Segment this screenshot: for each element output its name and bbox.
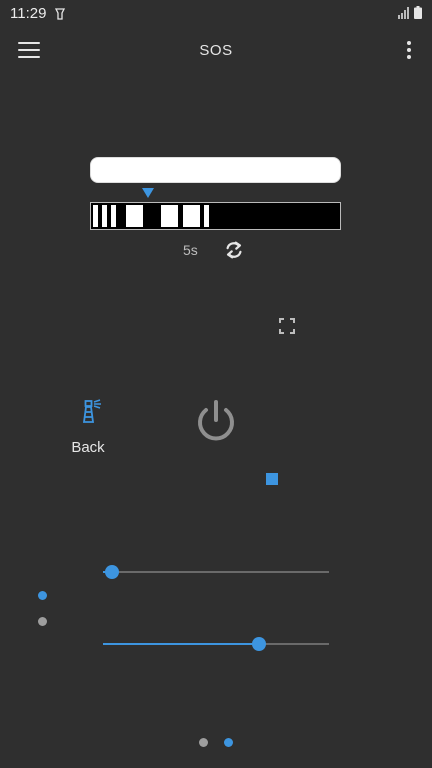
pattern-stripe <box>93 205 98 227</box>
status-time: 11:29 <box>10 5 47 22</box>
radio-option[interactable] <box>38 617 47 626</box>
slider-thumb[interactable] <box>251 637 266 651</box>
back-label[interactable]: Back <box>60 439 116 456</box>
duration-label: 5s <box>183 242 198 258</box>
repeat-icon[interactable] <box>223 239 245 261</box>
pattern-stripe <box>102 205 107 227</box>
lighthouse-icon[interactable] <box>80 398 102 424</box>
playhead-marker-icon <box>142 188 154 198</box>
slider-track <box>103 571 329 573</box>
page-indicator-1[interactable] <box>199 738 208 747</box>
radio-option-selected[interactable] <box>38 591 47 600</box>
color-indicator[interactable] <box>266 473 278 485</box>
slider-top[interactable] <box>103 562 329 582</box>
app-title: SOS <box>199 42 233 59</box>
slider-bottom[interactable] <box>103 634 329 654</box>
pattern-strip <box>90 202 341 230</box>
flashlight-icon <box>55 8 65 20</box>
more-options-icon[interactable] <box>404 41 414 61</box>
slider-thumb[interactable] <box>105 565 120 579</box>
signal-icon <box>398 7 409 19</box>
pattern-stripe <box>126 205 143 227</box>
battery-icon <box>414 6 422 19</box>
pattern-stripe <box>183 205 200 227</box>
fullscreen-icon[interactable] <box>279 318 295 334</box>
pattern-stripe <box>111 205 116 227</box>
power-button-icon[interactable] <box>192 398 240 446</box>
slider-fill <box>103 643 259 645</box>
message-display <box>90 157 341 183</box>
page-indicator-2[interactable] <box>224 738 233 747</box>
pattern-stripe <box>161 205 178 227</box>
pattern-stripe <box>204 205 209 227</box>
